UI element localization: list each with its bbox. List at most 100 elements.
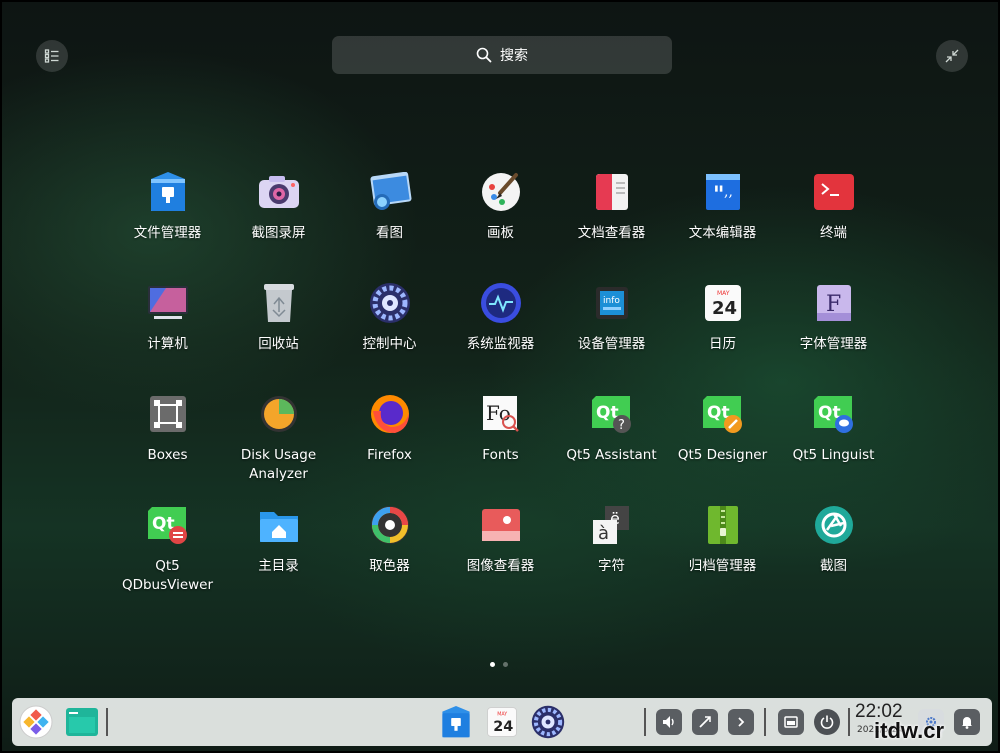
app-firefox[interactable]: Firefox bbox=[334, 392, 445, 503]
app-disk-usage-analyzer[interactable]: Disk Usage Analyzer bbox=[223, 392, 334, 503]
trash-icon bbox=[257, 281, 301, 325]
control-center-icon bbox=[531, 705, 565, 739]
app-label: 截图录屏 bbox=[251, 225, 306, 241]
qt-designer-icon: Qt bbox=[701, 392, 745, 436]
app-label: 回收站 bbox=[258, 336, 299, 352]
app-device-manager[interactable]: info 设备管理器 bbox=[556, 281, 667, 392]
app-fonts[interactable]: Fo Fonts bbox=[445, 392, 556, 503]
dock-separator bbox=[764, 708, 766, 736]
app-archive-manager[interactable]: 归档管理器 bbox=[667, 503, 778, 614]
app-label: 主目录 bbox=[258, 558, 299, 574]
notification-button[interactable] bbox=[954, 709, 980, 735]
disk-usage-icon bbox=[257, 392, 301, 436]
dock-calendar-month: MAY bbox=[497, 712, 507, 718]
app-trash[interactable]: 回收站 bbox=[223, 281, 334, 392]
app-system-monitor[interactable]: 系统监视器 bbox=[445, 281, 556, 392]
app-qt5-designer[interactable]: Qt Qt5 Designer bbox=[667, 392, 778, 503]
dock-separator bbox=[848, 708, 850, 736]
app-label: 图像查看器 bbox=[466, 558, 535, 574]
dock-separator bbox=[106, 708, 108, 736]
fonts-icon: Fo bbox=[479, 392, 523, 436]
search-bar[interactable]: 搜索 bbox=[332, 36, 672, 74]
app-label: 字符 bbox=[598, 558, 625, 574]
terminal-icon bbox=[812, 170, 856, 214]
app-label: 控制中心 bbox=[362, 336, 417, 352]
app-label: 画板 bbox=[487, 225, 514, 241]
device-icon-text: info bbox=[603, 296, 620, 306]
app-label: 设备管理器 bbox=[577, 336, 646, 352]
qt-dbusviewer-icon: Qt bbox=[146, 503, 190, 547]
app-grid: 文件管理器 截图录屏 看图 画板 文档查看器 " ,, 文本编辑器 终端 计算机… bbox=[112, 170, 889, 614]
list-icon bbox=[44, 49, 59, 63]
calendar-icon: MAY24 bbox=[701, 281, 745, 325]
dock-calendar[interactable]: MAY 24 bbox=[484, 704, 520, 740]
app-qt5-assistant[interactable]: Qt? Qt5 Assistant bbox=[556, 392, 667, 503]
font-manager-icon: F bbox=[812, 281, 856, 325]
app-text-editor[interactable]: ",, 文本编辑器 bbox=[667, 170, 778, 281]
calendar-month: MAY bbox=[717, 290, 730, 297]
app-draw[interactable]: 画板 bbox=[445, 170, 556, 281]
taskbar-dock: MAY 24 22:02 2021/5/24 bbox=[12, 698, 992, 746]
volume-icon bbox=[663, 716, 674, 728]
multitasking-button[interactable] bbox=[64, 704, 100, 740]
app-label: Firefox bbox=[367, 447, 412, 463]
app-font-manager[interactable]: F 字体管理器 bbox=[778, 281, 889, 392]
power-button[interactable] bbox=[814, 709, 840, 735]
app-label: 截图 bbox=[820, 558, 847, 574]
firefox-icon bbox=[368, 392, 412, 436]
view-mode-button[interactable] bbox=[36, 40, 68, 72]
calendar-day: 24 bbox=[712, 298, 737, 319]
control-center-icon bbox=[368, 281, 412, 325]
app-calendar[interactable]: MAY 24 日历 bbox=[667, 281, 778, 392]
app-label: 文本编辑器 bbox=[688, 225, 757, 241]
app-image-viewer[interactable]: 看图 bbox=[334, 170, 445, 281]
app-label: 终端 bbox=[820, 225, 847, 241]
screenshot-icon bbox=[812, 503, 856, 547]
app-label: Qt5 Assistant bbox=[566, 447, 657, 463]
characters-primary-glyph: à bbox=[598, 523, 609, 544]
qt-linguist-icon: Qt bbox=[812, 392, 856, 436]
app-label: 计算机 bbox=[147, 336, 188, 352]
app-terminal[interactable]: 终端 bbox=[778, 170, 889, 281]
characters-icon: ëà bbox=[590, 503, 634, 547]
screen-button[interactable] bbox=[692, 709, 718, 735]
app-label: 文档查看器 bbox=[577, 225, 646, 241]
page-dot-1[interactable] bbox=[490, 662, 495, 667]
exit-fullscreen-button[interactable] bbox=[936, 40, 968, 72]
dock-calendar-day: 24 bbox=[493, 719, 513, 735]
app-control-center[interactable]: 控制中心 bbox=[334, 281, 445, 392]
volume-button[interactable] bbox=[656, 709, 682, 735]
search-icon bbox=[476, 47, 492, 63]
app-qt5-qdbusviewer[interactable]: Qt Qt5 QDbusViewer bbox=[112, 503, 223, 614]
dock-file-manager[interactable] bbox=[438, 704, 474, 740]
show-desktop-button[interactable] bbox=[778, 709, 804, 735]
tray-expand-button[interactable] bbox=[728, 709, 754, 735]
app-qt5-linguist[interactable]: Qt Qt5 Linguist bbox=[778, 392, 889, 503]
archive-manager-icon bbox=[701, 503, 745, 547]
color-picker-icon bbox=[368, 503, 412, 547]
app-screenshot[interactable]: 截图 bbox=[778, 503, 889, 614]
shrink-icon bbox=[945, 49, 959, 63]
app-color-picker[interactable]: 取色器 bbox=[334, 503, 445, 614]
app-label: 字体管理器 bbox=[799, 336, 868, 352]
bell-icon bbox=[962, 717, 972, 729]
image-viewer-2-icon bbox=[479, 503, 523, 547]
app-screen-capture[interactable]: 截图录屏 bbox=[223, 170, 334, 281]
app-label: Disk Usage Analyzer bbox=[240, 447, 317, 482]
app-boxes[interactable]: Boxes bbox=[112, 392, 223, 503]
page-dot-2[interactable] bbox=[503, 662, 508, 667]
app-image-viewer-2[interactable]: 图像查看器 bbox=[445, 503, 556, 614]
app-file-manager[interactable]: 文件管理器 bbox=[112, 170, 223, 281]
app-document-viewer[interactable]: 文档查看器 bbox=[556, 170, 667, 281]
app-home-folder[interactable]: 主目录 bbox=[223, 503, 334, 614]
launcher-background: 搜索 文件管理器 截图录屏 看图 画板 文档查看器 " ,, 文本编辑器 终端 … bbox=[0, 0, 1000, 753]
app-label: 看图 bbox=[376, 225, 403, 241]
app-characters[interactable]: ëà 字符 bbox=[556, 503, 667, 614]
app-computer[interactable]: 计算机 bbox=[112, 281, 223, 392]
document-viewer-icon bbox=[590, 170, 634, 214]
dock-control-center[interactable] bbox=[530, 704, 566, 740]
launcher-button[interactable] bbox=[18, 704, 54, 740]
system-monitor-icon bbox=[479, 281, 523, 325]
desktop-icon bbox=[784, 716, 798, 728]
image-viewer-icon bbox=[368, 170, 412, 214]
